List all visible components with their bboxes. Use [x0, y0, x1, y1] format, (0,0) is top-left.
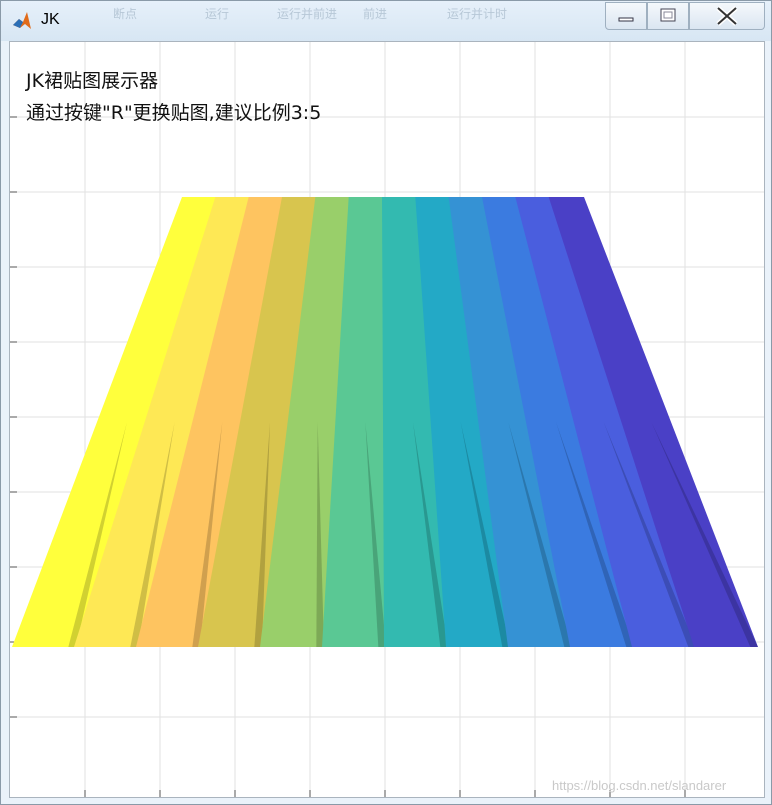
title-bar: JK 断点 运行 运行并前进 前进 运行并计时 [1, 1, 771, 41]
maximize-button[interactable] [647, 2, 689, 30]
window-title: JK [41, 11, 60, 28]
ghost-toolbar-item: 前进 [363, 7, 388, 21]
figure-window: JK 断点 运行 运行并前进 前进 运行并计时 JK裙贴图展示器 通过按键"R"… [0, 0, 772, 805]
axes[interactable] [10, 42, 764, 797]
ghost-toolbar-item: 断点 [113, 7, 138, 21]
title-line-1: JK裙贴图展示器 [26, 70, 159, 92]
ghost-toolbar-item: 运行并前进 [277, 7, 338, 21]
ghost-toolbar-item: 运行并计时 [447, 7, 508, 21]
title-line-2: 通过按键"R"更换贴图,建议比例3:5 [26, 102, 322, 124]
close-button[interactable] [689, 2, 765, 30]
matlab-logo-icon [13, 12, 31, 29]
maximize-icon [660, 8, 676, 22]
figure-canvas[interactable]: JK裙贴图展示器 通过按键"R"更换贴图,建议比例3:5 https://blo… [9, 41, 765, 798]
minimize-button[interactable] [605, 2, 647, 30]
watermark: https://blog.csdn.net/slandarer [552, 778, 727, 793]
ghost-toolbar-item: 运行 [205, 7, 230, 21]
minimize-icon [618, 17, 634, 22]
close-icon [716, 6, 738, 26]
